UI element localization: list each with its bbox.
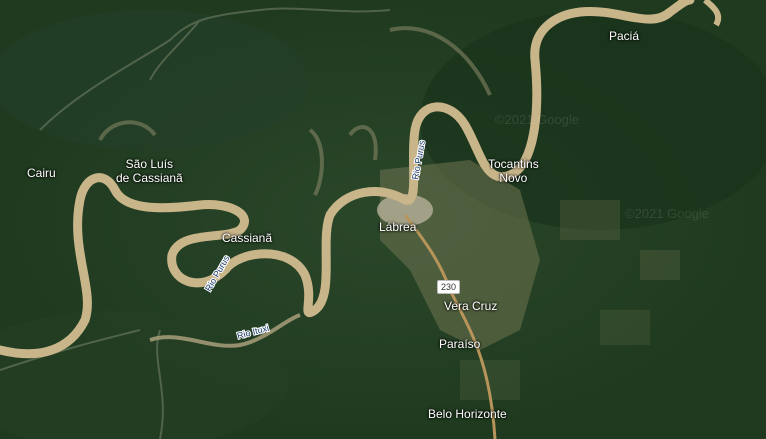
place-label-vera-cruz[interactable]: Vera Cruz bbox=[444, 299, 497, 313]
place-label-cairu[interactable]: Cairu bbox=[27, 166, 56, 180]
place-label-labrea[interactable]: Lábrea bbox=[379, 220, 416, 234]
place-label-tocantins-novo[interactable]: Tocantins Novo bbox=[488, 157, 539, 185]
satellite-map[interactable]: ©2021 Google ©2021 Google Cairu São Luís… bbox=[0, 0, 766, 439]
place-label-cassiana[interactable]: Cassianã bbox=[222, 231, 272, 245]
place-label-paraiso[interactable]: Paraíso bbox=[439, 337, 480, 351]
place-label-sao-luis-de-cassiana[interactable]: São Luís de Cassianã bbox=[116, 157, 183, 185]
road-shield-230: 230 bbox=[437, 280, 461, 294]
place-label-belo-horizonte[interactable]: Belo Horizonte bbox=[428, 407, 507, 421]
place-label-pacia[interactable]: Paciá bbox=[609, 29, 639, 43]
map-watermark: ©2021 Google bbox=[625, 206, 710, 221]
map-watermark: ©2021 Google bbox=[495, 112, 580, 127]
